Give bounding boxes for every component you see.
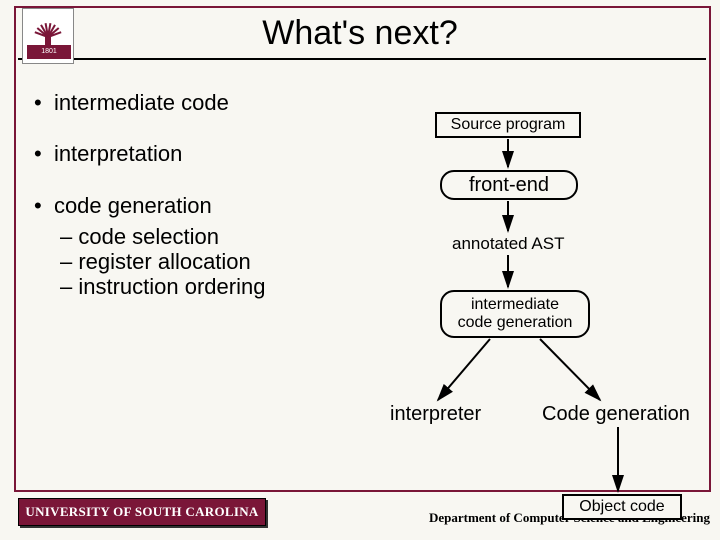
bullet-3: • code generation <box>34 193 265 218</box>
slide-title: What's next? <box>0 14 720 53</box>
title-underline <box>18 58 706 60</box>
bullet-3-text: code generation <box>54 193 212 218</box>
bullet-2: • interpretation <box>34 141 265 166</box>
icg-line2: code generation <box>458 314 573 331</box>
logo-year: 1801 <box>27 45 71 59</box>
bullet-3c-text: instruction ordering <box>78 274 265 299</box>
bullet-list: • intermediate code • interpretation • c… <box>34 90 265 300</box>
box-intermediate-code-generation: intermediate code generation <box>440 290 590 338</box>
bullet-3b-text: register allocation <box>78 249 250 274</box>
label-interpreter: interpreter <box>390 403 481 426</box>
bullet-1: • intermediate code <box>34 90 265 115</box>
bullet-2-text: interpretation <box>54 141 182 166</box>
bullet-3c: – instruction ordering <box>60 274 265 299</box>
box-source-program: Source program <box>435 112 581 138</box>
icg-line1: intermediate <box>471 296 559 313</box>
footer-university: UNIVERSITY OF SOUTH CAROLINA <box>18 498 266 526</box>
bullet-3b: – register allocation <box>60 249 265 274</box>
box-object-code: Object code <box>562 494 682 520</box>
box-front-end: front-end <box>440 170 578 200</box>
label-code-generation: Code generation <box>542 403 690 426</box>
bullet-1-text: intermediate code <box>54 90 229 115</box>
bullet-3a: – code selection <box>60 224 265 249</box>
bullet-3a-text: code selection <box>78 224 219 249</box>
label-annotated-ast: annotated AST <box>452 234 564 254</box>
university-logo: 1801 <box>22 8 74 64</box>
